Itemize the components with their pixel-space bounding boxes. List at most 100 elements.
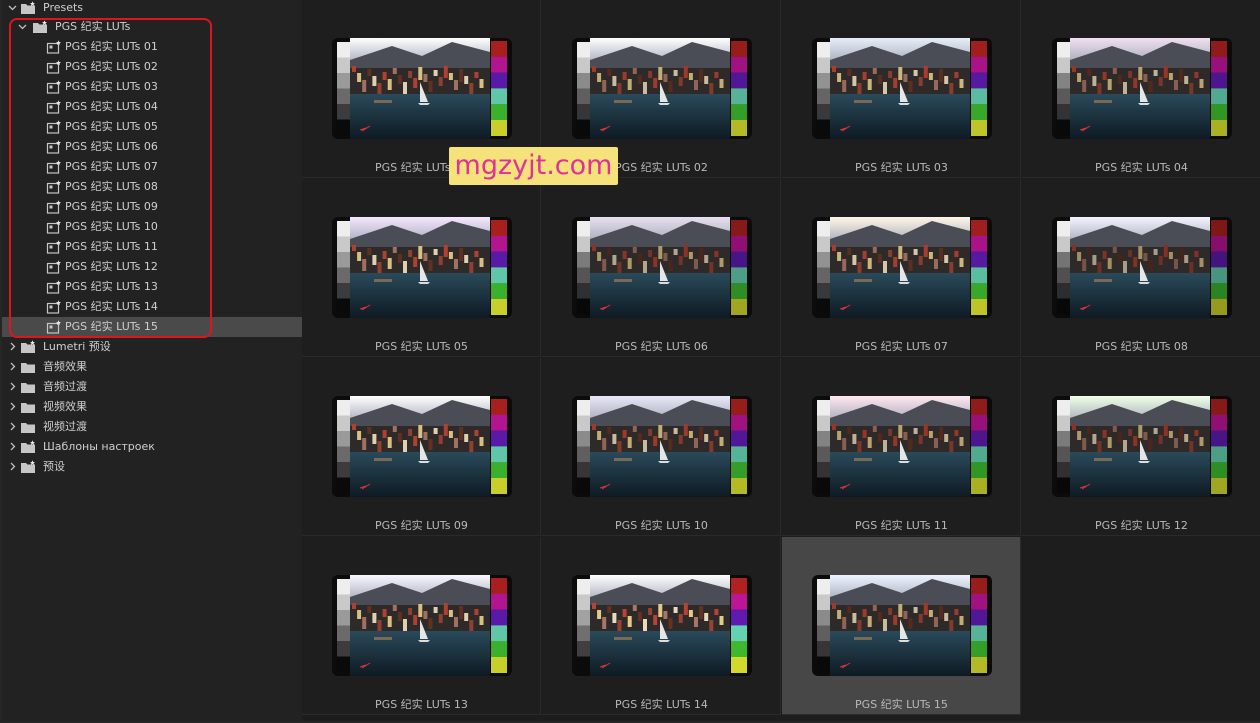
tree-item-pgs-folder[interactable]: PGS 纪实 LUTs: [2, 17, 302, 37]
lut-preset-icon: [46, 200, 62, 214]
lut-preset-tile-08[interactable]: PGS 纪实 LUTs 08: [1022, 179, 1260, 357]
tree-item-label: PGS 纪实 LUTs 09: [65, 200, 158, 213]
lut-preset-icon: [46, 80, 62, 94]
lut-preset-tile-04[interactable]: PGS 纪实 LUTs 04: [1022, 0, 1260, 178]
tree-item-lut-02[interactable]: PGS 纪实 LUTs 02: [2, 57, 302, 77]
tree-item-label: 视频过渡: [43, 420, 87, 433]
tree-item-lut-09[interactable]: PGS 纪实 LUTs 09: [2, 197, 302, 217]
lut-preset-tile-06[interactable]: PGS 纪实 LUTs 06: [542, 179, 781, 357]
tile-caption: PGS 纪实 LUTs 11: [855, 519, 948, 532]
lut-preview-thumbnail: [332, 396, 512, 497]
lut-preset-icon: [46, 260, 62, 274]
lut-preset-icon: [46, 40, 62, 54]
tree-item-other-3[interactable]: 视频效果: [2, 397, 302, 417]
tree-item-label: PGS 纪实 LUTs 14: [65, 300, 158, 313]
lut-preview-thumbnail: [332, 575, 512, 676]
tree-item-label: PGS 纪实 LUTs 01: [65, 40, 158, 53]
folder-icon: [20, 420, 36, 434]
lut-preview-thumbnail: [332, 38, 512, 139]
preset-folder-icon: [20, 1, 36, 15]
tree-item-label: 音频过渡: [43, 380, 87, 393]
tree-item-label: PGS 纪实 LUTs 05: [65, 120, 158, 133]
effects-tree-panel: Presets PGS 纪实 LUTs PGS 纪实 LUTs 01 PGS 纪实 L…: [2, 0, 302, 721]
tree-item-label: Presets: [43, 1, 84, 14]
lut-preset-tile-12[interactable]: PGS 纪实 LUTs 12: [1022, 358, 1260, 536]
lut-preset-tile-14[interactable]: PGS 纪实 LUTs 14: [542, 537, 781, 715]
tree-item-lut-04[interactable]: PGS 纪实 LUTs 04: [2, 97, 302, 117]
tile-caption: PGS 纪实 LUTs 10: [615, 519, 708, 532]
lut-preset-tile-05[interactable]: PGS 纪实 LUTs 05: [302, 179, 541, 357]
lut-preset-icon: [46, 320, 62, 334]
lut-preset-icon: [46, 180, 62, 194]
lut-preset-tile-11[interactable]: PGS 纪实 LUTs 11: [782, 358, 1021, 536]
preset-thumbnail-grid: PGS 纪实 LUTs 01 PGS 纪实 LUTs 02 PGS 纪实 LUTs …: [302, 0, 1260, 716]
preset-folder-icon: [20, 440, 36, 454]
tree-item-label: 预设: [43, 460, 65, 473]
tree-item-lut-13[interactable]: PGS 纪实 LUTs 13: [2, 277, 302, 297]
chevron-right-icon[interactable]: [8, 457, 18, 477]
tree-item-label: PGS 纪实 LUTs 13: [65, 280, 158, 293]
folder-icon: [20, 400, 36, 414]
preset-folder-icon: [32, 20, 48, 34]
lut-preset-tile-13[interactable]: PGS 纪实 LUTs 13: [302, 537, 541, 715]
folder-icon: [20, 360, 36, 374]
tree-item-other-0[interactable]: Lumetri 预设: [2, 337, 302, 357]
lut-preset-icon: [46, 280, 62, 294]
lut-preset-icon: [46, 300, 62, 314]
tree-item-other-5[interactable]: Шаблоны настроек: [2, 437, 302, 457]
chevron-right-icon[interactable]: [8, 417, 18, 437]
tree-item-other-4[interactable]: 视频过渡: [2, 417, 302, 437]
lut-preset-icon: [46, 60, 62, 74]
tree-item-label: PGS 纪实 LUTs 03: [65, 80, 158, 93]
tree-item-lut-05[interactable]: PGS 纪实 LUTs 05: [2, 117, 302, 137]
tree-item-label: PGS 纪实 LUTs 15: [65, 320, 158, 333]
tree-item-label: Lumetri 预设: [43, 340, 111, 353]
lut-preview-thumbnail: [1052, 217, 1232, 318]
lut-preset-tile-15[interactable]: PGS 纪实 LUTs 15: [782, 537, 1021, 715]
tile-caption: PGS 纪实 LUTs 05: [375, 340, 468, 353]
chevron-right-icon[interactable]: [8, 437, 18, 457]
lut-preview-thumbnail: [572, 38, 752, 139]
lut-preset-icon: [46, 160, 62, 174]
tree-item-other-2[interactable]: 音频过渡: [2, 377, 302, 397]
tree-item-lut-14[interactable]: PGS 纪实 LUTs 14: [2, 297, 302, 317]
chevron-right-icon[interactable]: [8, 357, 18, 377]
lut-preset-tile-10[interactable]: PGS 纪实 LUTs 10: [542, 358, 781, 536]
tree-item-other-1[interactable]: 音频效果: [2, 357, 302, 377]
tile-caption: PGS 纪实 LUTs 03: [855, 161, 948, 174]
tree-item-label: 音频效果: [43, 360, 87, 373]
tile-caption: PGS 纪实 LUTs 14: [615, 698, 708, 711]
chevron-down-icon[interactable]: [18, 17, 28, 37]
tree-item-lut-01[interactable]: PGS 纪实 LUTs 01: [2, 37, 302, 57]
tree-item-label: PGS 纪实 LUTs 06: [65, 140, 158, 153]
chevron-right-icon[interactable]: [8, 377, 18, 397]
lut-preset-icon: [46, 120, 62, 134]
lut-preview-thumbnail: [332, 217, 512, 318]
tree-item-lut-10[interactable]: PGS 纪实 LUTs 10: [2, 217, 302, 237]
tree-item-other-6[interactable]: 预设: [2, 457, 302, 477]
tree-item-lut-03[interactable]: PGS 纪实 LUTs 03: [2, 77, 302, 97]
lut-preview-thumbnail: [812, 396, 992, 497]
lut-preset-tile-07[interactable]: PGS 纪实 LUTs 07: [782, 179, 1021, 357]
lut-preview-thumbnail: [1052, 38, 1232, 139]
tree-item-label: PGS 纪实 LUTs: [55, 20, 131, 33]
tree-item-label: 视频效果: [43, 400, 87, 413]
lut-preset-icon: [46, 240, 62, 254]
chevron-right-icon[interactable]: [8, 337, 18, 357]
tree-item-lut-08[interactable]: PGS 纪实 LUTs 08: [2, 177, 302, 197]
tree-item-lut-11[interactable]: PGS 纪实 LUTs 11: [2, 237, 302, 257]
tree-item-presets[interactable]: Presets: [2, 0, 302, 17]
tree-item-label: PGS 纪实 LUTs 12: [65, 260, 158, 273]
tree-item-lut-06[interactable]: PGS 纪实 LUTs 06: [2, 137, 302, 157]
tree-item-lut-15[interactable]: PGS 纪实 LUTs 15: [2, 317, 302, 337]
tree-item-lut-07[interactable]: PGS 纪实 LUTs 07: [2, 157, 302, 177]
lut-preset-tile-03[interactable]: PGS 纪实 LUTs 03: [782, 0, 1021, 178]
tile-caption: PGS 纪实 LUTs 12: [1095, 519, 1188, 532]
tree-item-lut-12[interactable]: PGS 纪实 LUTs 12: [2, 257, 302, 277]
tile-caption: PGS 纪实 LUTs 08: [1095, 340, 1188, 353]
lut-preset-tile-09[interactable]: PGS 纪实 LUTs 09: [302, 358, 541, 536]
tile-caption: PGS 纪实 LUTs 06: [615, 340, 708, 353]
chevron-right-icon[interactable]: [8, 397, 18, 417]
lut-preview-thumbnail: [812, 575, 992, 676]
tile-caption: PGS 纪实 LUTs 04: [1095, 161, 1188, 174]
